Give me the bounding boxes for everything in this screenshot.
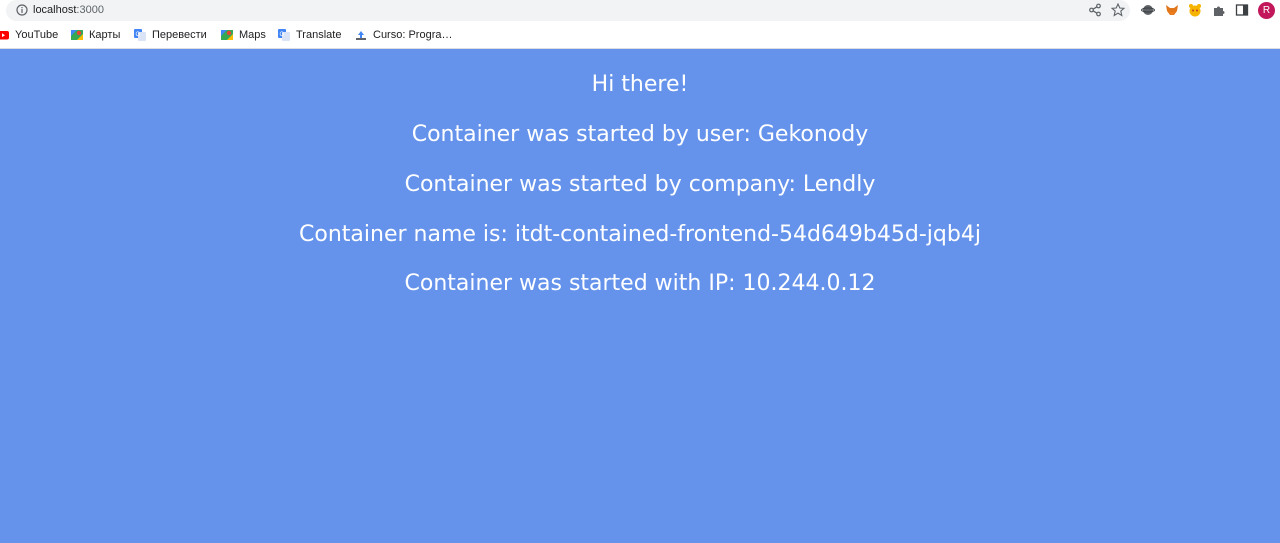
bookmark-label: Maps — [239, 29, 266, 41]
url-port: :3000 — [76, 4, 104, 16]
google-maps-icon — [71, 30, 83, 40]
bookmark-maps[interactable]: Maps — [221, 27, 266, 43]
greeting-text: Hi there! — [591, 72, 689, 97]
url-text[interactable]: localhost:3000 — [33, 3, 104, 17]
bookmark-label: YouTube — [15, 29, 59, 41]
extensions-puzzle-icon[interactable] — [1211, 2, 1227, 18]
bookmark-translate[interactable]: G Translate — [278, 27, 341, 43]
bookmark-label: Curso: Progra… — [373, 29, 453, 41]
google-maps-icon — [221, 30, 233, 40]
svg-text:G: G — [280, 32, 285, 38]
svg-text:G: G — [136, 32, 141, 38]
site-info-icon[interactable] — [16, 4, 28, 16]
extension-mascot-icon[interactable] — [1187, 2, 1203, 18]
container-company-text: Container was started by company: Lendly — [404, 172, 876, 197]
address-row: localhost:3000 R — [0, 0, 1280, 22]
bookmark-label: Перевести — [152, 29, 207, 41]
extension-globe-icon[interactable] — [1140, 2, 1156, 18]
youtube-icon — [0, 31, 9, 40]
bookmarks-bar: YouTube Карты G Перевести Maps G Transla… — [0, 24, 1280, 46]
bookmark-perevesti[interactable]: G Перевести — [134, 27, 207, 43]
bookmark-curso[interactable]: Curso: Progra… — [355, 27, 452, 43]
share-icon[interactable] — [1088, 3, 1102, 17]
browser-chrome: localhost:3000 R YouTube Карты G Перевес… — [0, 0, 1280, 49]
side-panel-icon[interactable] — [1234, 2, 1250, 18]
page-content: Hi there! Container was started by user:… — [0, 49, 1280, 543]
container-ip-text: Container was started with IP: 10.244.0.… — [404, 271, 876, 296]
profile-avatar[interactable]: R — [1258, 2, 1275, 19]
bookmark-karty[interactable]: Карты — [71, 27, 120, 43]
address-bar[interactable]: localhost:3000 — [6, 0, 1130, 21]
bookmark-label: Translate — [296, 29, 342, 41]
bookmark-youtube[interactable]: YouTube — [0, 27, 58, 43]
google-translate-icon: G — [134, 29, 146, 41]
container-user-text: Container was started by user: Gekonody — [411, 122, 869, 147]
google-translate-icon: G — [278, 29, 290, 41]
url-host: localhost — [33, 4, 77, 16]
metamask-fox-icon[interactable] — [1164, 2, 1180, 18]
container-name-text: Container name is: itdt-contained-fronte… — [299, 222, 981, 247]
course-icon — [356, 31, 366, 40]
bookmark-label: Карты — [89, 29, 121, 41]
bookmark-star-icon[interactable] — [1111, 3, 1125, 17]
